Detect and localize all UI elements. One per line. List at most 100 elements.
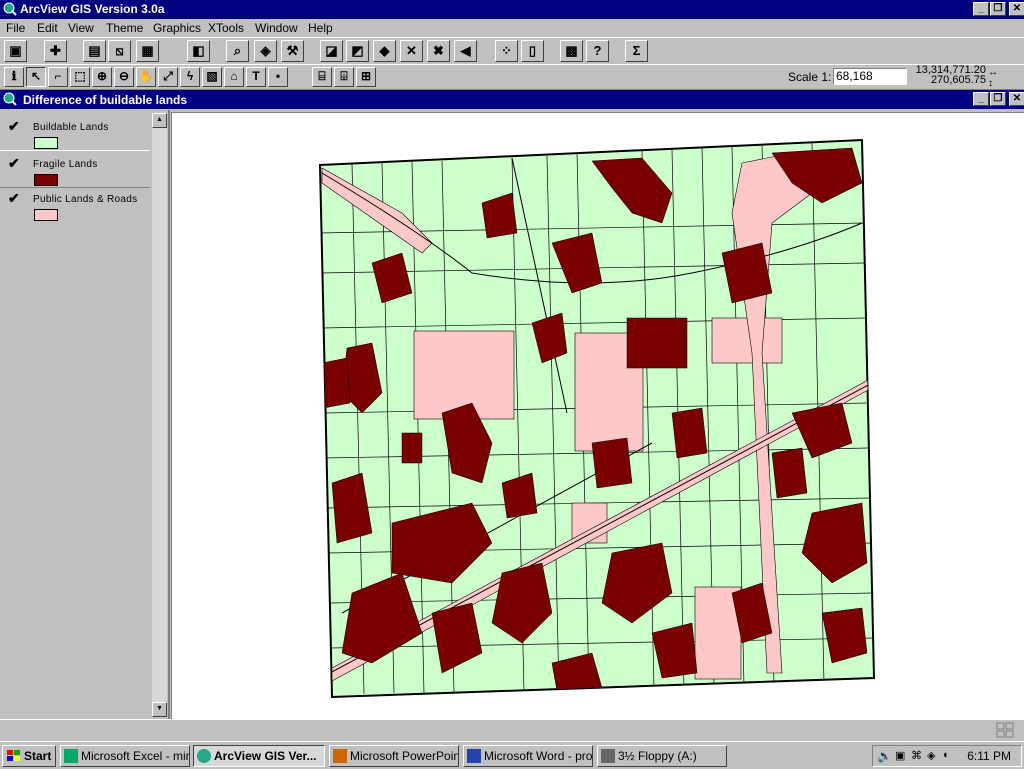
task-label: Microsoft PowerPoin...: [350, 749, 459, 763]
task-powerpoint[interactable]: Microsoft PowerPoin...: [329, 745, 459, 767]
find-icon[interactable]: ⌕: [226, 40, 249, 62]
menu-graphics[interactable]: Graphics: [153, 21, 201, 35]
toc-scrollbar[interactable]: ▲ ▼: [152, 113, 167, 717]
table-of-contents: ✔ Buildable Lands ✔ Fragile Lands ✔ Publ…: [0, 110, 170, 720]
draw-point-icon[interactable]: •: [268, 67, 288, 87]
task-floppy[interactable]: 3½ Floppy (A:): [597, 745, 727, 767]
view-title: Difference of buildable lands: [23, 93, 188, 107]
hot-link-icon[interactable]: ▩: [560, 40, 583, 62]
view-restore-button[interactable]: ❐: [990, 92, 1006, 106]
view-title-bar: Difference of buildable lands _ ❐ ✕: [0, 90, 1024, 109]
open-table-icon[interactable]: ▦: [136, 40, 159, 62]
menu-theme[interactable]: Theme: [106, 21, 143, 35]
floppy-icon: [601, 749, 615, 763]
label-tool-icon[interactable]: ⌂: [224, 67, 244, 87]
scroll-up-icon[interactable]: ▲: [152, 113, 167, 128]
zoom-full-icon[interactable]: ◆: [373, 40, 396, 62]
tray-app-icon[interactable]: ▣: [895, 749, 905, 762]
checkbox-checked-icon[interactable]: ✔: [8, 155, 20, 172]
word-icon: [467, 749, 481, 763]
checkbox-checked-icon[interactable]: ✔: [8, 190, 20, 207]
pan-icon[interactable]: ✋: [136, 67, 156, 87]
select-feature-icon[interactable]: ⬚: [70, 67, 90, 87]
arcview-globe-icon: [3, 2, 17, 16]
edit-legend-icon[interactable]: ⧅: [108, 40, 131, 62]
task-label: ArcView GIS Ver...: [214, 749, 317, 763]
help-icon[interactable]: ?: [586, 40, 609, 62]
map-canvas[interactable]: [171, 112, 1024, 719]
measure-icon[interactable]: ⤢: [158, 67, 178, 87]
layout-icon[interactable]: ◧: [187, 40, 210, 62]
restore-button[interactable]: ❐: [990, 2, 1006, 16]
query-builder-icon[interactable]: ⚒: [281, 40, 304, 62]
arcview-icon: [197, 749, 211, 763]
task-label: Microsoft Excel - min...: [81, 749, 189, 763]
add-theme-icon[interactable]: ✚: [44, 40, 67, 62]
identify-tool-icon[interactable]: ℹ: [4, 67, 24, 87]
task-excel[interactable]: Microsoft Excel - min...: [60, 745, 190, 767]
legend-item-fragile[interactable]: ✔ Fragile Lands: [0, 150, 150, 188]
zoom-previous-icon[interactable]: ◀: [454, 40, 477, 62]
scroll-down-icon[interactable]: ▼: [152, 702, 167, 717]
minimize-button[interactable]: _: [973, 2, 989, 16]
menu-bar: File Edit View Theme Graphics XTools Win…: [0, 19, 1024, 37]
area-of-interest-icon[interactable]: ▧: [202, 67, 222, 87]
legend-swatch: [34, 209, 58, 221]
zoom-active-icon[interactable]: ✕: [400, 40, 423, 62]
view-window-controls: _ ❐ ✕: [972, 92, 1024, 106]
legend-label: Fragile Lands: [33, 159, 98, 170]
view-close-button[interactable]: ✕: [1009, 92, 1024, 106]
app-title: ArcView GIS Version 3.0a: [20, 2, 165, 16]
pointer-tool-icon[interactable]: ↖: [26, 67, 46, 87]
locate-icon[interactable]: ◈: [254, 40, 277, 62]
view-minimize-button[interactable]: _: [973, 92, 989, 106]
legend-label: Buildable Lands: [33, 122, 109, 133]
vertex-edit-icon[interactable]: ⌐: [48, 67, 68, 87]
legend-label: Public Lands & Roads: [33, 194, 138, 205]
excel-icon: [64, 749, 78, 763]
map-display[interactable]: [172, 113, 1024, 719]
select-by-theme-icon[interactable]: ◪: [320, 40, 343, 62]
summarize-icon[interactable]: Σ: [625, 40, 648, 62]
start-button[interactable]: Start: [2, 745, 56, 767]
checkbox-checked-icon[interactable]: ✔: [8, 118, 20, 135]
select-all-icon[interactable]: ◩: [346, 40, 369, 62]
menu-file[interactable]: File: [6, 21, 25, 35]
menu-edit[interactable]: Edit: [37, 21, 58, 35]
split-polygon-icon[interactable]: ⌹: [334, 67, 354, 87]
resize-grip-icon[interactable]: [996, 722, 1014, 738]
save-icon[interactable]: ▣: [4, 40, 27, 62]
menu-window[interactable]: Window: [255, 21, 298, 35]
coordinate-readout: 13,314,771.20 270,605.75: [908, 65, 986, 86]
hot-link-tool-icon[interactable]: ϟ: [180, 67, 200, 87]
close-button[interactable]: ✕: [1009, 2, 1024, 16]
task-arcview[interactable]: ArcView GIS Ver...: [193, 745, 325, 767]
identify-results-icon[interactable]: ⁘: [495, 40, 518, 62]
app-window-controls: _ ❐ ✕: [972, 2, 1024, 16]
tray-utility-icon[interactable]: ◈: [927, 749, 935, 762]
zoom-selected-icon[interactable]: ✖: [427, 40, 450, 62]
scale-label: Scale 1:: [788, 70, 832, 84]
menu-help[interactable]: Help: [308, 21, 333, 35]
split-line-icon[interactable]: ⌸: [312, 67, 332, 87]
task-label: 3½ Floppy (A:): [618, 749, 697, 763]
theme-properties-icon[interactable]: ▤: [83, 40, 106, 62]
legend-item-buildable[interactable]: ✔ Buildable Lands: [0, 114, 150, 150]
menu-xtools[interactable]: XTools: [208, 21, 244, 35]
zoom-in-icon[interactable]: ⊕: [92, 67, 112, 87]
coordinate-arrows-icon: ↔ ↕: [988, 67, 998, 89]
network-icon[interactable]: ⌘: [911, 749, 922, 762]
task-word[interactable]: Microsoft Word - pro...: [463, 745, 593, 767]
legend-swatch: [34, 174, 58, 186]
zoom-out-icon[interactable]: ⊖: [114, 67, 134, 87]
clear-selection-icon[interactable]: ▯: [521, 40, 544, 62]
scale-input[interactable]: 68,168: [833, 68, 907, 85]
tray-monitor-icon[interactable]: ◐: [943, 749, 950, 761]
menu-view[interactable]: View: [68, 21, 94, 35]
status-bar: [0, 719, 1024, 742]
start-label: Start: [24, 749, 52, 763]
snap-icon[interactable]: ⊞: [356, 67, 376, 87]
legend-item-public[interactable]: ✔ Public Lands & Roads: [0, 186, 150, 222]
text-tool-icon[interactable]: T: [246, 67, 266, 87]
speaker-icon[interactable]: 🔈: [877, 749, 892, 763]
